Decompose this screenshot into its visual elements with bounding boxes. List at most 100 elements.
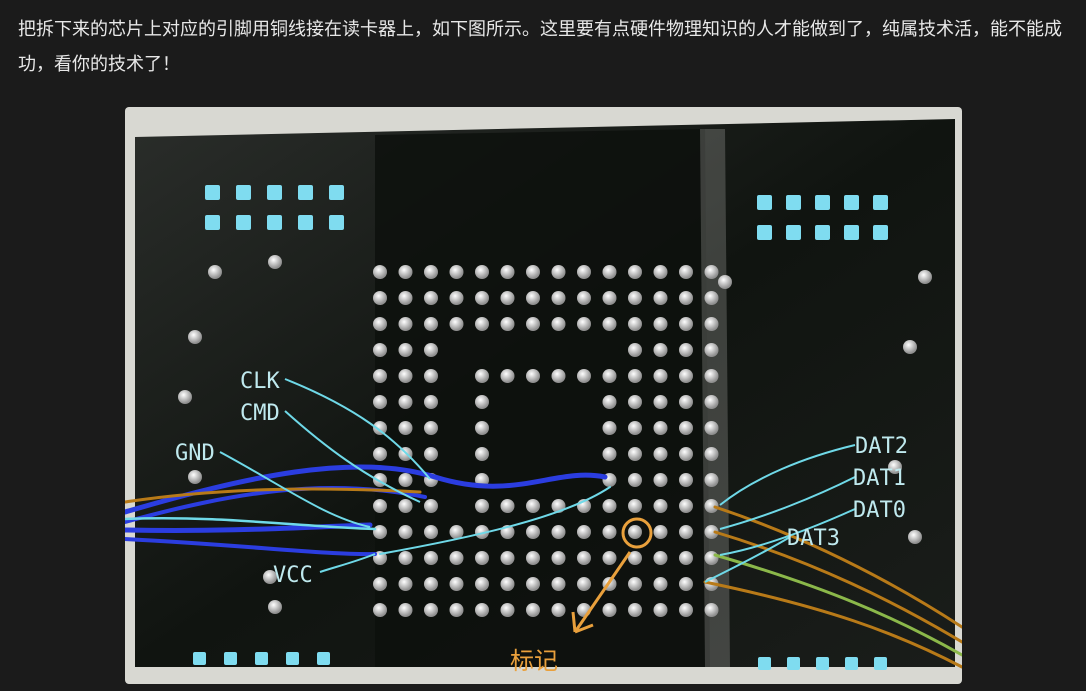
solder-ball — [704, 603, 719, 617]
solder-ball — [577, 525, 591, 539]
cyan-pad — [757, 195, 772, 210]
solder-ball — [653, 603, 668, 617]
cyan-pad — [844, 225, 859, 240]
solder-ball — [653, 473, 668, 487]
solder-ball — [526, 265, 540, 279]
solder-ball — [679, 447, 693, 461]
solder-ball — [679, 499, 693, 513]
solder-ball — [653, 525, 668, 539]
solder-ball — [679, 291, 693, 305]
cyan-pad — [267, 185, 282, 200]
solder-ball — [475, 369, 489, 383]
solder-ball — [704, 291, 719, 305]
label-cmd: CMD — [240, 401, 280, 426]
solder-ball — [628, 603, 642, 617]
cyan-pad — [786, 195, 801, 210]
solder-ball — [475, 291, 489, 305]
cyan-pad — [224, 652, 237, 665]
side-dot — [903, 340, 917, 354]
solder-ball — [500, 603, 515, 617]
solder-ball — [500, 551, 515, 565]
solder-ball — [424, 499, 438, 513]
solder-ball — [602, 265, 617, 279]
solder-ball — [475, 603, 489, 617]
solder-ball — [526, 525, 540, 539]
solder-ball — [449, 265, 464, 279]
solder-ball — [602, 551, 617, 565]
solder-ball — [398, 499, 413, 513]
solder-ball — [602, 369, 617, 383]
solder-ball — [628, 395, 642, 409]
solder-ball — [424, 291, 438, 305]
solder-ball — [602, 317, 617, 331]
solder-ball — [628, 369, 642, 383]
solder-ball — [551, 317, 566, 331]
label-dat3: DAT3 — [787, 526, 840, 551]
solder-ball — [449, 317, 464, 331]
cyan-pad — [205, 185, 220, 200]
solder-ball — [526, 551, 540, 565]
solder-ball — [398, 603, 413, 617]
solder-ball — [373, 577, 387, 591]
solder-ball — [398, 577, 413, 591]
solder-ball — [398, 473, 413, 487]
cyan-pad — [845, 657, 858, 670]
solder-ball — [653, 577, 668, 591]
solder-ball — [602, 395, 617, 409]
cyan-pad — [787, 657, 800, 670]
solder-ball — [628, 317, 642, 331]
solder-ball — [577, 577, 591, 591]
cyan-pad — [255, 652, 268, 665]
solder-ball — [424, 421, 438, 435]
solder-ball — [679, 551, 693, 565]
solder-ball — [500, 317, 515, 331]
chip-illustration: CLK CMD GND VCC DAT2 DAT1 DAT0 DAT3 标记 — [125, 107, 962, 684]
solder-ball — [602, 291, 617, 305]
solder-ball — [373, 395, 387, 409]
solder-ball — [628, 577, 642, 591]
solder-ball — [398, 421, 413, 435]
solder-ball — [653, 343, 668, 357]
label-gnd: GND — [175, 441, 215, 466]
solder-ball — [449, 603, 464, 617]
solder-ball — [602, 421, 617, 435]
solder-ball — [500, 577, 515, 591]
solder-ball — [577, 265, 591, 279]
cyan-pad — [329, 185, 344, 200]
solder-ball — [704, 447, 719, 461]
solder-ball — [653, 395, 668, 409]
solder-ball — [551, 525, 566, 539]
side-dot — [178, 390, 192, 404]
solder-ball — [449, 551, 464, 565]
cyan-pad — [815, 195, 830, 210]
solder-ball — [653, 265, 668, 279]
cyan-pad — [873, 225, 888, 240]
solder-ball — [551, 369, 566, 383]
solder-ball — [373, 265, 387, 279]
solder-ball — [577, 369, 591, 383]
side-dot — [718, 275, 732, 289]
solder-ball — [424, 447, 438, 461]
solder-ball — [398, 395, 413, 409]
label-clk: CLK — [240, 369, 280, 394]
cyan-pad — [874, 657, 887, 670]
solder-ball — [500, 499, 515, 513]
solder-ball — [704, 317, 719, 331]
solder-ball — [602, 525, 617, 539]
solder-ball — [628, 291, 642, 305]
side-dot — [268, 600, 282, 614]
solder-ball — [679, 525, 693, 539]
cyan-pad — [298, 185, 313, 200]
cyan-pad — [236, 215, 251, 230]
solder-ball — [551, 551, 566, 565]
solder-ball — [551, 265, 566, 279]
solder-ball — [526, 317, 540, 331]
solder-ball — [704, 551, 719, 565]
side-dot — [908, 530, 922, 544]
solder-ball — [500, 265, 515, 279]
solder-ball — [526, 603, 540, 617]
solder-ball — [628, 473, 642, 487]
solder-ball — [704, 473, 719, 487]
solder-ball — [475, 317, 489, 331]
solder-ball — [704, 265, 719, 279]
